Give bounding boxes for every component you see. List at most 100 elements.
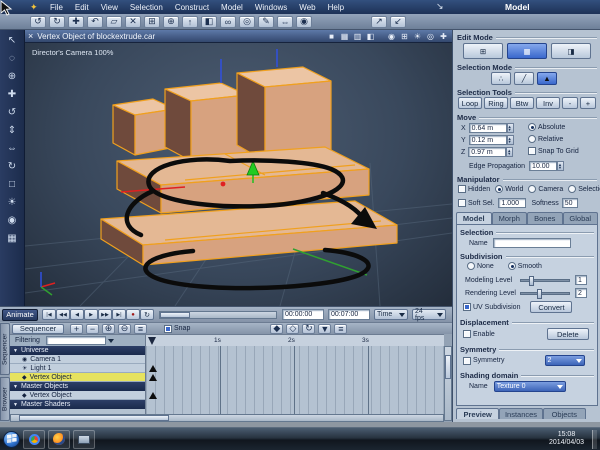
zoom-out-icon[interactable]: ⊖ <box>118 323 131 334</box>
subdivision-smooth-radio-icon[interactable] <box>507 262 516 270</box>
measure-icon[interactable]: ⇔ <box>277 15 293 28</box>
soft-selection-field[interactable]: 1.000 <box>498 198 527 208</box>
extrude-icon[interactable]: ↑ <box>182 15 198 28</box>
timeline-grid[interactable] <box>145 346 444 421</box>
menu-construct[interactable]: Construct <box>169 3 215 12</box>
taskbar-app-chrome[interactable] <box>23 429 45 449</box>
view-settings-icon[interactable]: ✚ <box>438 32 449 41</box>
keyframe-marker[interactable] <box>149 392 157 399</box>
light-toggle-icon[interactable]: ☀ <box>412 32 423 41</box>
tree-item-vertex-object[interactable]: ◆ Vertex Object <box>10 373 145 382</box>
displacement-header[interactable]: Displacement <box>460 318 594 327</box>
pan-icon[interactable]: ✚ <box>3 86 21 102</box>
menu-file[interactable]: File <box>44 3 69 12</box>
paint-icon[interactable]: ✎ <box>258 15 274 28</box>
fps-dropdown[interactable]: 24 fps <box>412 308 446 322</box>
grid-toggle-icon[interactable]: ⊞ <box>399 32 410 41</box>
menu-web[interactable]: Web <box>293 3 321 12</box>
x-value-field[interactable]: 0.64 m <box>468 123 507 133</box>
expander-icon[interactable]: ▼ <box>13 384 18 390</box>
snap-to-grid-checkbox[interactable]: Snap To Grid <box>528 147 579 155</box>
loop-select-button[interactable]: Loop <box>458 97 482 109</box>
between-select-button[interactable]: Btw <box>510 97 534 109</box>
lasso-icon[interactable]: ◌ <box>3 50 21 66</box>
translate-tool-icon[interactable]: ✚ <box>68 15 84 28</box>
z-spinner[interactable]: ▲ ▼ <box>506 147 514 157</box>
light-icon[interactable]: ☀ <box>3 194 21 210</box>
timeline-ruler[interactable]: 1s 2s 3s <box>145 334 444 346</box>
textured-view-icon[interactable]: ◧ <box>365 32 376 41</box>
tab-model[interactable]: Model <box>456 212 492 224</box>
invert-select-button[interactable]: Inv <box>536 97 560 109</box>
shaded-view-icon[interactable]: ■ <box>326 32 337 41</box>
taskbar-app-window[interactable] <box>73 429 95 449</box>
shading-domain-dropdown[interactable]: Texture 0 <box>493 381 566 392</box>
shrink-select-button[interactable]: - <box>562 97 578 109</box>
symmetry-header[interactable]: Symmetry <box>460 345 594 354</box>
selection-name-field[interactable] <box>492 238 571 248</box>
display-icon[interactable]: ▦ <box>3 230 21 246</box>
go-end-button[interactable]: ▶| <box>112 309 126 320</box>
model-edit-mode-button[interactable]: ⊞ <box>463 43 503 59</box>
bank-icon[interactable]: ↻ <box>3 158 21 174</box>
frame-icon[interactable]: □ <box>3 176 21 192</box>
keyframe-icon[interactable]: ◆ <box>270 323 284 334</box>
weld-icon[interactable]: ⊕ <box>163 15 179 28</box>
smooth-icon[interactable]: ◎ <box>239 15 255 28</box>
keyframe-marker[interactable] <box>149 365 157 372</box>
expander-icon[interactable]: ▼ <box>13 402 18 408</box>
loop-icon[interactable]: ↻ <box>302 323 316 334</box>
y-spinner[interactable]: ▲ ▼ <box>506 135 514 145</box>
selection-section-header[interactable]: Selection <box>460 228 594 237</box>
tree-item-camera-1[interactable]: ◉ Camera 1 <box>10 355 145 364</box>
track-icon[interactable]: ⇔ <box>3 140 21 156</box>
dolly-icon[interactable]: ⇕ <box>3 122 21 138</box>
edge-propagation-field[interactable]: 10.00 <box>529 161 558 171</box>
taskbar-app-firefox[interactable] <box>48 429 70 449</box>
menu-windows[interactable]: Windows <box>249 3 293 12</box>
menu-model[interactable]: Model <box>215 3 249 12</box>
uv-edit-mode-button[interactable]: ◨ <box>551 43 591 59</box>
redo-icon[interactable]: ↻ <box>49 15 65 28</box>
keyframe-marker[interactable] <box>149 374 157 381</box>
viewport-3d-canvas[interactable]: Director's Camera 100% <box>25 43 452 306</box>
tree-group-master-objects[interactable]: ▼ Master Objects <box>10 382 145 391</box>
select-arrow-icon[interactable]: ↖ <box>3 32 21 48</box>
bridge-icon[interactable]: ∞ <box>220 15 236 28</box>
tab-morph[interactable]: Morph <box>491 212 527 224</box>
globe-icon[interactable]: ◉ <box>386 32 397 41</box>
camera-options-icon[interactable]: ◎ <box>425 32 436 41</box>
scale-tool-icon[interactable]: ▱ <box>106 15 122 28</box>
camera-icon[interactable]: ◉ <box>3 212 21 228</box>
loop-playback-button[interactable]: ↻ <box>140 309 154 320</box>
rotate-tool-icon[interactable]: ↶ <box>87 15 103 28</box>
bevel-icon[interactable]: ◧ <box>201 15 217 28</box>
render-icon[interactable]: ◉ <box>296 15 312 28</box>
prev-frame-button[interactable]: ◀ <box>70 309 84 320</box>
zoom-icon[interactable]: ⊕ <box>3 68 21 84</box>
tree-item-light-1[interactable]: ☀ Light 1 <box>10 364 145 373</box>
vertex-select-button[interactable]: ∴ <box>491 72 511 85</box>
rendering-level-value[interactable]: 2 <box>575 288 587 298</box>
subdivision-header[interactable]: Subdivision <box>460 252 594 261</box>
symmetry-axis-dropdown[interactable]: 2 <box>544 355 585 366</box>
shading-domain-header[interactable]: Shading domain <box>460 371 594 380</box>
undo-icon[interactable]: ↺ <box>30 15 46 28</box>
wireframe-view-icon[interactable]: ▦ <box>339 32 350 41</box>
animate-button[interactable]: Animate <box>2 308 38 321</box>
end-time-field[interactable]: 00:07:00 <box>328 309 370 320</box>
menu-selection[interactable]: Selection <box>124 3 169 12</box>
convert-button[interactable]: Convert <box>530 301 573 313</box>
duplicate-icon[interactable]: ⊞ <box>144 15 160 28</box>
tree-group-universe[interactable]: ▼ Universe <box>10 346 145 355</box>
next-frame-fast-button[interactable]: ▶▶ <box>98 309 112 320</box>
play-button[interactable]: ▶ <box>84 309 98 320</box>
edge-propagation-spinner[interactable]: ▲ ▼ <box>557 161 565 171</box>
timeline-vertical-scrollbar[interactable] <box>444 346 452 421</box>
menu-view[interactable]: View <box>95 3 124 12</box>
world-radio-icon[interactable] <box>495 185 504 193</box>
delete-displacement-button[interactable]: Delete <box>546 328 589 340</box>
selection-radio-icon[interactable] <box>568 185 577 193</box>
current-time-field[interactable]: 00:00:00 <box>282 309 324 320</box>
taskbar-clock[interactable]: 15:08 2014/04/03 <box>549 431 584 447</box>
